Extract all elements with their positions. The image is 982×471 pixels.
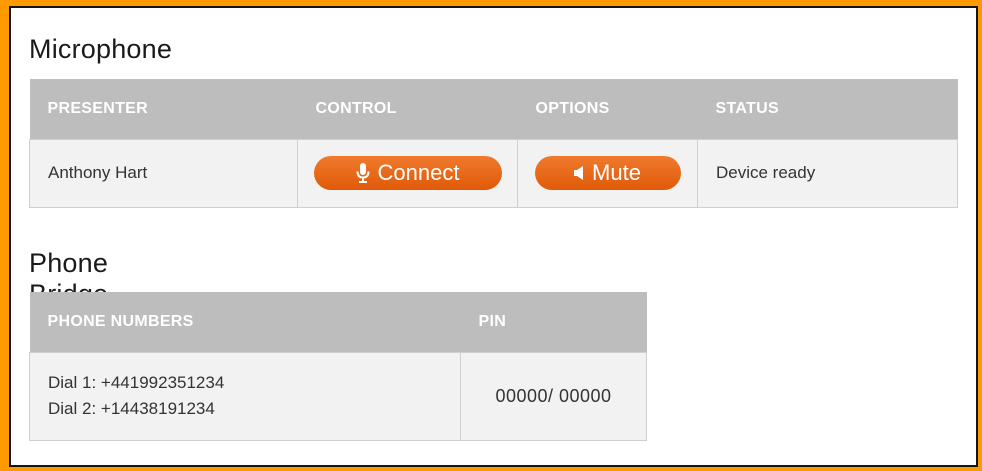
options-header: OPTIONS xyxy=(517,79,698,139)
bridge-header-row: PHONE NUMBERS PIN xyxy=(29,292,647,352)
control-cell: Connect xyxy=(297,138,518,208)
dial-2: Dial 2: +14438191234 xyxy=(48,399,215,418)
status-header: STATUS xyxy=(697,79,958,139)
dial-1: Dial 1: +441992351234 xyxy=(48,373,225,392)
status-text: Device ready xyxy=(697,138,958,208)
control-header: CONTROL xyxy=(297,79,518,139)
panel-frame: Microphone PRESENTER CONTROL OPTIONS STA… xyxy=(9,6,978,467)
presenter-header: PRESENTER xyxy=(29,79,298,139)
connect-button[interactable]: Connect xyxy=(313,156,502,190)
connect-label: Connect xyxy=(377,160,460,185)
phone-numbers-header: PHONE NUMBERS xyxy=(29,292,461,352)
microphone-icon xyxy=(356,163,370,183)
pin-header: PIN xyxy=(460,292,647,352)
phone-numbers-cell: Dial 1: +441992351234 Dial 2: +144381912… xyxy=(29,351,461,441)
options-cell: Mute xyxy=(517,138,698,208)
panel-content: Microphone PRESENTER CONTROL OPTIONS STA… xyxy=(29,34,958,441)
mute-button[interactable]: Mute xyxy=(534,156,681,190)
microphone-table: PRESENTER CONTROL OPTIONS STATUS Anthony… xyxy=(29,79,958,208)
table-row: Dial 1: +441992351234 Dial 2: +144381912… xyxy=(29,351,647,441)
microphone-title: Microphone xyxy=(29,34,173,64)
mute-label: Mute xyxy=(592,160,641,185)
bridge-table: PHONE NUMBERS PIN Dial 1: +441992351234 … xyxy=(29,292,647,441)
microphone-header-row: PRESENTER CONTROL OPTIONS STATUS xyxy=(29,79,958,139)
table-row: Anthony Hart Connect Mute Device ready xyxy=(29,138,958,208)
presenter-name: Anthony Hart xyxy=(29,138,298,208)
pin-value: 00000/ 00000 xyxy=(460,351,647,441)
speaker-icon xyxy=(574,166,584,180)
